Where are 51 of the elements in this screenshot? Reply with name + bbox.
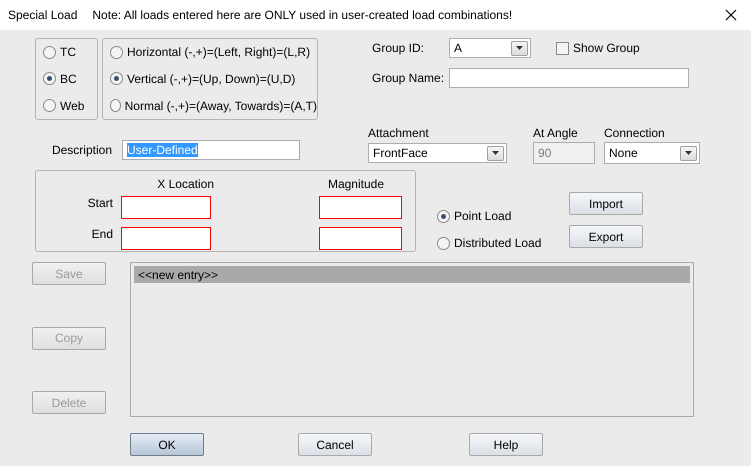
connection-select[interactable]: None xyxy=(604,142,700,164)
dialog-button[interactable]: OK xyxy=(130,433,204,456)
window-title: Special Load xyxy=(8,8,78,22)
checkbox-label: Show Group xyxy=(573,41,640,55)
field-label: At Angle xyxy=(533,126,579,140)
radio-label: Web xyxy=(60,98,84,113)
field-label: Description xyxy=(50,143,112,157)
location-field[interactable] xyxy=(121,227,211,250)
radio-label: Point Load xyxy=(454,209,512,223)
radio-button[interactable] xyxy=(437,236,450,250)
field-label: Connection xyxy=(604,126,666,140)
caret-icon xyxy=(685,151,692,155)
row-label: Start xyxy=(86,196,113,210)
transfer-button[interactable]: Import xyxy=(569,192,643,215)
radio-button[interactable] xyxy=(43,72,56,86)
radio-label: BC xyxy=(60,72,77,86)
radio-label: Vertical (-,+)=(Up, Down)=(U,D) xyxy=(127,72,296,86)
field-label: Attachment xyxy=(368,126,430,140)
group-id-select[interactable]: A xyxy=(449,38,531,58)
radio-button[interactable] xyxy=(110,99,121,112)
show-group-checkbox[interactable] xyxy=(556,42,569,54)
close-icon[interactable] xyxy=(725,9,737,21)
dialog-button[interactable]: Help xyxy=(469,433,543,456)
row-label: End xyxy=(90,227,113,241)
location-field[interactable] xyxy=(121,196,211,219)
list-item[interactable]: <<new entry>> xyxy=(134,266,690,283)
transfer-button[interactable]: Export xyxy=(569,225,643,248)
attachment-select[interactable]: FrontFace xyxy=(368,143,507,163)
radio-button[interactable] xyxy=(43,46,56,59)
field-label: Group Name: xyxy=(372,71,446,85)
dropdown-button[interactable] xyxy=(487,146,504,160)
radio-label: Normal (-,+)=(Away, Towards)=(A,T) xyxy=(124,98,317,113)
radio-button[interactable] xyxy=(110,46,123,59)
radio-button[interactable] xyxy=(437,210,450,222)
group-name-field[interactable] xyxy=(449,68,689,88)
radio-label: TC xyxy=(60,45,76,60)
column-header: X Location xyxy=(156,177,214,191)
radio-label: Horizontal (-,+)=(Left, Right)=(L,R) xyxy=(127,45,310,60)
caret-icon xyxy=(516,46,523,50)
radio-button[interactable] xyxy=(43,99,56,112)
column-header: Magnitude xyxy=(326,177,384,191)
note-text: Note: All loads entered here are ONLY used in user-created load combinations! xyxy=(92,8,514,22)
magnitude-field[interactable] xyxy=(319,227,402,250)
dropdown-button[interactable] xyxy=(511,40,528,56)
radio-label: Distributed Load xyxy=(454,236,542,250)
magnitude-field[interactable] xyxy=(319,196,402,219)
caret-icon xyxy=(492,151,499,155)
dropdown-button[interactable] xyxy=(680,146,697,160)
field-label: Group ID: xyxy=(372,41,426,55)
dialog-button[interactable]: Cancel xyxy=(298,433,372,456)
radio-button[interactable] xyxy=(110,72,123,86)
